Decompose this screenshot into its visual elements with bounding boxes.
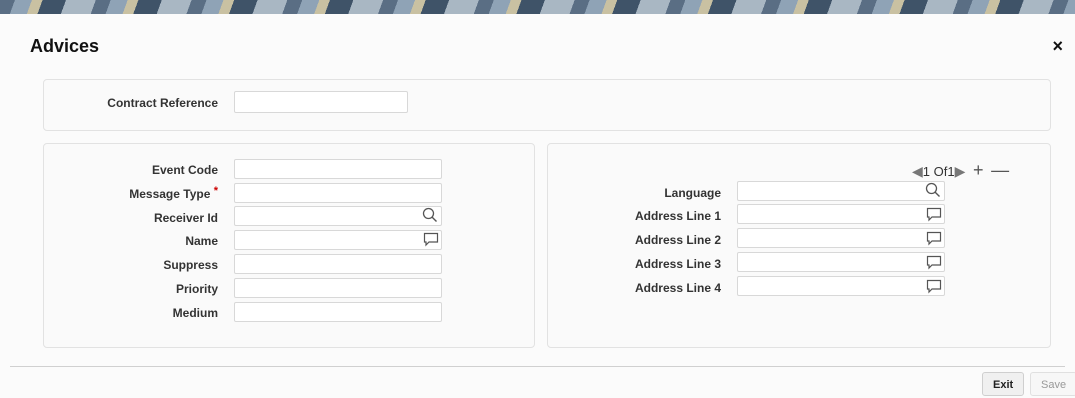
event-code-label: Event Code — [151, 163, 218, 177]
page-total: 1 — [947, 164, 955, 179]
footer-divider — [10, 366, 1065, 367]
contract-reference-label: Contract Reference — [107, 96, 218, 110]
address-line-4-label: Address Line 4 — [634, 281, 721, 295]
name-label: Name — [185, 234, 218, 248]
receiver-id-label: Receiver Id — [153, 211, 218, 225]
priority-input[interactable] — [234, 278, 442, 298]
medium-label: Medium — [172, 306, 218, 320]
event-code-input[interactable] — [234, 159, 442, 179]
suppress-label: Suppress — [163, 258, 218, 272]
message-type-label: Message Type * — [129, 185, 218, 201]
header-banner — [0, 0, 1075, 14]
comment-icon[interactable] — [926, 230, 942, 246]
required-marker: * — [213, 185, 218, 197]
page-of-label: Of — [933, 164, 948, 179]
receiver-id-input[interactable] — [234, 206, 442, 226]
remove-record-icon[interactable]: — — [991, 160, 1009, 180]
address-line-2-input[interactable] — [737, 228, 945, 248]
name-input[interactable] — [234, 230, 442, 250]
language-label: Language — [664, 186, 721, 200]
address-line-1-input[interactable] — [737, 204, 945, 224]
save-button[interactable]: Save — [1030, 372, 1075, 396]
address-line-2-label: Address Line 2 — [634, 233, 721, 247]
page-title: Advices — [30, 36, 100, 56]
address-line-1-label: Address Line 1 — [634, 209, 721, 223]
language-input[interactable] — [737, 181, 945, 201]
search-icon[interactable] — [422, 207, 438, 223]
comment-icon[interactable] — [926, 206, 942, 222]
suppress-input[interactable] — [234, 254, 442, 274]
search-icon[interactable] — [925, 182, 941, 198]
pagination: ◀1 Of1▶ + — — [912, 160, 1009, 181]
message-type-input[interactable] — [234, 183, 442, 203]
message-type-label-text: Message Type — [129, 187, 211, 201]
priority-label: Priority — [175, 282, 218, 296]
address-line-4-input[interactable] — [737, 276, 945, 296]
contract-reference-input[interactable] — [234, 91, 408, 113]
close-icon[interactable]: × — [1052, 36, 1063, 57]
address-line-3-input[interactable] — [737, 252, 945, 272]
page-current: 1 — [922, 164, 931, 179]
exit-button[interactable]: Exit — [982, 372, 1025, 396]
comment-icon[interactable] — [423, 231, 439, 247]
next-record-icon[interactable]: ▶ — [955, 163, 966, 179]
medium-input[interactable] — [234, 302, 442, 322]
comment-icon[interactable] — [926, 254, 942, 270]
previous-record-icon[interactable]: ◀ — [912, 163, 923, 179]
add-record-icon[interactable]: + — [973, 160, 984, 180]
comment-icon[interactable] — [926, 278, 942, 294]
address-line-3-label: Address Line 3 — [634, 257, 721, 271]
